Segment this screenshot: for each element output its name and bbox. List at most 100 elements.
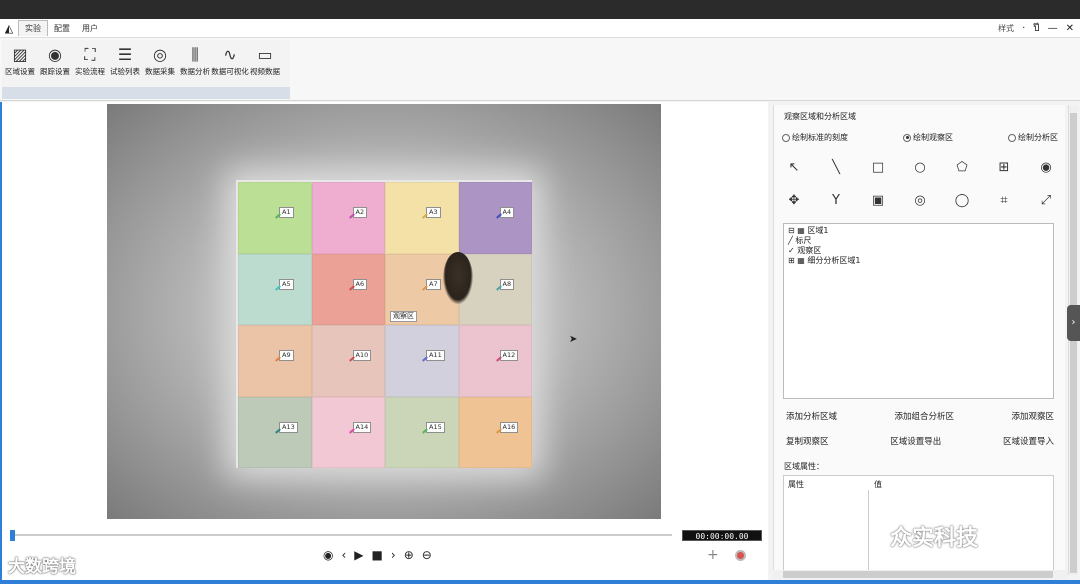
ellipse-tool-icon[interactable]: ◯ — [950, 193, 974, 208]
ribbon-tool[interactable]: ▨ 区域设置 — [2, 44, 38, 84]
analysis-zone[interactable]: A2 — [311, 182, 385, 254]
shape-tools-row1: ↖ ╲ □ ○ ⬠ ⊞ ◉ — [782, 160, 1058, 175]
play-icon[interactable]: ▶ — [354, 548, 363, 562]
eye-icon[interactable]: ◉ — [323, 548, 333, 562]
line-tool-icon[interactable]: ╲ — [824, 160, 848, 175]
zone-label: A2 — [352, 207, 368, 218]
video-frame[interactable]: A1 A2 A3 A4 A5 A6 A7 A8 A9 A10 A11 A12 A13 A14 A15 A16 … — [107, 104, 661, 519]
draw-mode-radios: 绘制标准的刻度 绘制观察区 绘制分析区 — [782, 132, 1058, 143]
tree-node-region1[interactable]: ⊟ ▦ 区域1 — [788, 226, 1049, 236]
tab-user[interactable]: 用户 — [76, 21, 104, 36]
box-tool-icon[interactable]: ▣ — [866, 193, 890, 208]
prop-header-value: 值 — [874, 480, 882, 489]
minimize-icon[interactable]: — — [1048, 23, 1058, 34]
y-maze-icon[interactable]: Y — [824, 193, 848, 208]
stop-icon[interactable]: ■ — [372, 548, 383, 562]
analysis-zone[interactable]: A15 — [385, 396, 459, 468]
top-strip — [0, 0, 1080, 19]
style-label[interactable]: 样式 — [998, 23, 1014, 34]
region-tree[interactable]: ⊟ ▦ 区域1 ╱ 标尺 ✓ 观察区 ⊞ ▦ 细分分析区域1 — [783, 223, 1054, 399]
analysis-zone[interactable]: A13 — [238, 396, 312, 468]
prop-header-attr: 属性 — [788, 480, 804, 489]
radio-draw-observation[interactable]: 绘制观察区 — [903, 132, 953, 143]
zoom-in-icon[interactable]: ⊕ — [404, 548, 414, 562]
analysis-zone[interactable]: A1 — [238, 182, 312, 254]
analysis-zone[interactable]: A10 — [311, 325, 385, 397]
tab-config[interactable]: 配置 — [48, 21, 76, 36]
analysis-zone[interactable]: A12 — [458, 325, 532, 397]
ribbon-tool[interactable]: ◉ 跟踪设置 — [37, 44, 73, 84]
import-settings-button[interactable]: 区域设置导入 — [999, 434, 1058, 448]
observation-area-label: 观察区 — [390, 311, 417, 322]
horizontal-scroll-thumb[interactable] — [783, 571, 1053, 578]
watermark-right: 众实科技 — [890, 526, 979, 551]
tree-node-observation[interactable]: ✓ 观察区 — [788, 246, 1049, 256]
window-controls: 样式 · ปี — ✕ — [998, 19, 1074, 38]
visual-icon: ∿ — [223, 45, 237, 64]
properties-title: 区域属性： — [784, 462, 824, 471]
ribbon-group-footer — [2, 87, 290, 99]
shape-tools-row2: ✥ Y ▣ ◎ ◯ ⌗ ⤢ — [782, 193, 1058, 208]
cross-maze-icon[interactable]: ✥ — [782, 193, 806, 208]
restore-icon[interactable]: ปี — [1033, 21, 1039, 36]
zone-label: A4 — [499, 207, 515, 218]
collapse-panel-button[interactable]: › — [1067, 305, 1080, 341]
radio-draw-analysis[interactable]: 绘制分析区 — [1008, 132, 1058, 143]
button-row2: 复制观察区 区域设置导出 区域设置导入 — [782, 434, 1058, 448]
region-panel: 观察区域和分析区域 绘制标准的刻度 绘制观察区 绘制分析区 ↖ ╲ □ ○ ⬠ … — [773, 105, 1065, 575]
export-settings-button[interactable]: 区域设置导出 — [886, 434, 945, 448]
polygon-tool-icon[interactable]: ⬠ — [950, 160, 974, 175]
zone-label: A15 — [426, 421, 445, 433]
circle-tool-icon[interactable]: ○ — [908, 160, 932, 175]
zone-label: A14 — [352, 421, 372, 433]
seek-bar[interactable] — [8, 530, 673, 541]
seek-track — [12, 534, 672, 536]
vertical-scroll-thumb[interactable] — [1070, 113, 1077, 573]
copy-observation-button[interactable]: 复制观察区 — [782, 434, 833, 448]
crop-tool-icon[interactable]: ⌗ — [992, 193, 1016, 208]
next-icon[interactable]: › — [391, 548, 396, 562]
close-icon[interactable]: ✕ — [1066, 23, 1074, 34]
grid-tool-icon[interactable]: ⊞ — [992, 160, 1016, 175]
radio-label: 绘制观察区 — [913, 133, 953, 142]
tab-experiment[interactable]: 实验 — [18, 20, 48, 36]
radio-draw-scale[interactable]: 绘制标准的刻度 — [782, 132, 848, 143]
analysis-zone[interactable]: A6 — [311, 253, 385, 325]
tree-node-scale[interactable]: ╱ 标尺 — [788, 236, 1049, 246]
ribbon-tool-label: 跟踪设置 — [40, 67, 70, 76]
analysis-zone[interactable]: A4 — [458, 182, 532, 254]
ring-tool-icon[interactable]: ◎ — [908, 193, 932, 208]
analysis-zone[interactable]: A16 — [458, 396, 532, 468]
zoom-out-icon[interactable]: ⊖ — [422, 548, 432, 562]
seek-thumb[interactable] — [10, 530, 15, 541]
ribbon-tool[interactable]: ∿ 数据可视化 — [211, 44, 249, 84]
rectangle-tool-icon[interactable]: □ — [866, 160, 890, 175]
point-tool-icon[interactable]: ◉ — [1034, 160, 1058, 175]
tree-node-subregion[interactable]: ⊞ ▦ 细分分析区域1 — [788, 256, 1049, 266]
ribbon-tool[interactable]: ☰ 试验列表 — [107, 44, 143, 84]
prev-icon[interactable]: ‹ — [341, 548, 346, 562]
ribbon-tool[interactable]: ▭ 视频数据 — [247, 44, 283, 84]
camera-icon: ◎ — [153, 45, 167, 64]
record-button[interactable] — [734, 549, 746, 561]
analysis-zone[interactable]: A11 — [385, 325, 459, 397]
analysis-zone[interactable]: A3 — [385, 182, 459, 254]
analysis-zone[interactable]: A5 — [238, 253, 312, 325]
ribbon-tool[interactable]: ⫼ 数据分析 — [177, 44, 213, 84]
ribbon-tool[interactable]: ⛶ 实验流程 — [72, 44, 108, 84]
ribbon-tool[interactable]: ◎ 数据采集 — [142, 44, 178, 84]
zone-label: A5 — [279, 278, 294, 290]
analysis-zone[interactable]: A14 — [311, 396, 385, 468]
select-arrow-icon[interactable]: ↖ — [782, 160, 806, 175]
hatch-icon: ▨ — [12, 45, 28, 64]
analysis-zone[interactable]: A9 — [238, 325, 312, 397]
zone-label: A1 — [279, 207, 294, 218]
horizontal-scrollbar[interactable] — [773, 570, 1068, 579]
add-combined-region-button[interactable]: 添加组合分析区 — [890, 409, 958, 423]
resize-tool-icon[interactable]: ⤢ — [1034, 193, 1058, 208]
time-display: 00:00:00.00 — [682, 530, 762, 541]
add-icon[interactable]: + — [707, 547, 719, 563]
style-dot-icon[interactable]: · — [1022, 23, 1025, 34]
add-analysis-region-button[interactable]: 添加分析区域 — [782, 409, 841, 423]
add-observation-button[interactable]: 添加观察区 — [1007, 409, 1058, 423]
